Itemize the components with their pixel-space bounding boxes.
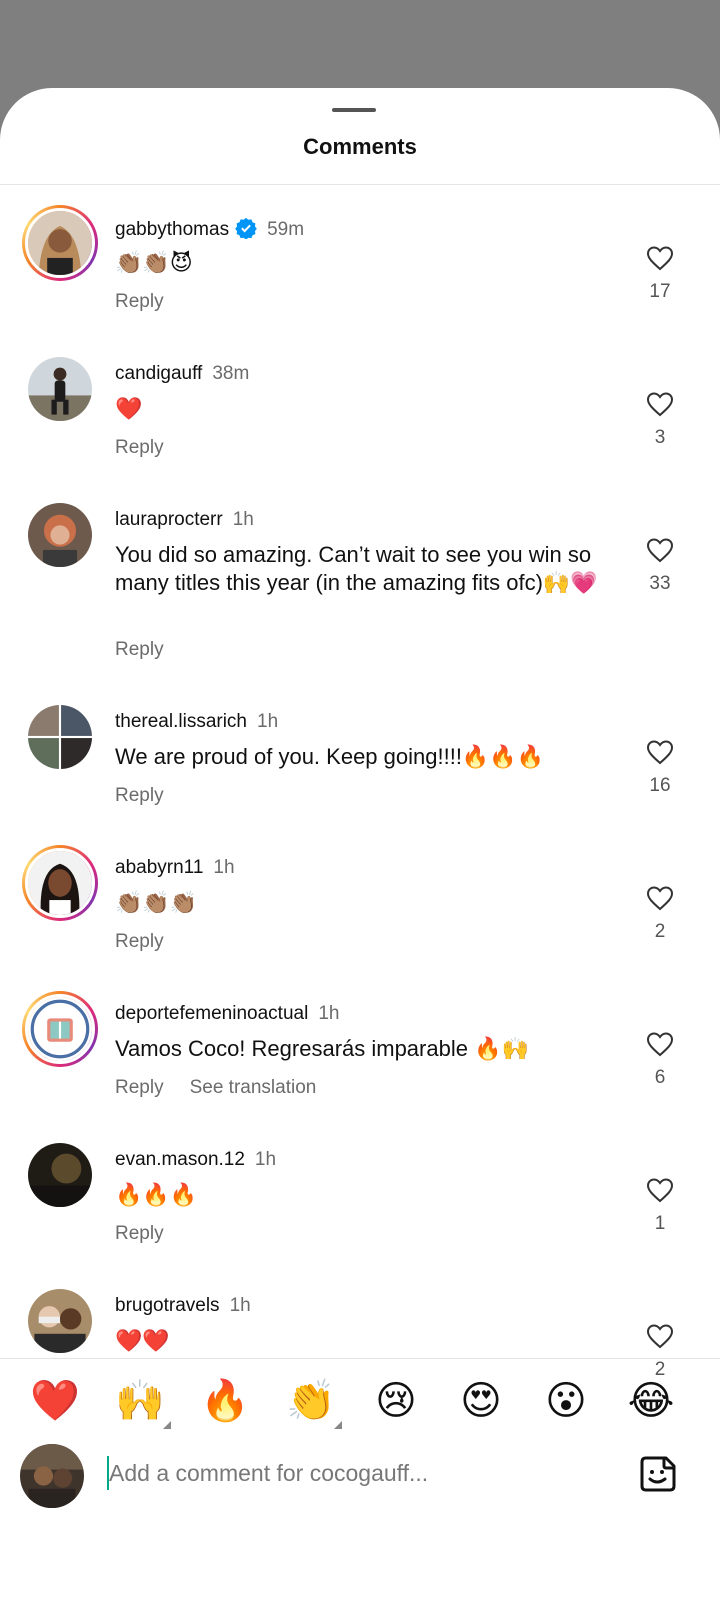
avatar[interactable] <box>28 1143 92 1207</box>
heart-outline-icon[interactable] <box>646 885 674 911</box>
heart-outline-icon[interactable] <box>646 391 674 417</box>
avatar[interactable] <box>22 845 98 921</box>
comment-actions: Reply See translation <box>115 1077 316 1099</box>
drag-handle[interactable] <box>332 108 376 112</box>
avatar[interactable] <box>28 357 92 421</box>
reply-button[interactable]: Reply <box>115 437 164 459</box>
like-count: 17 <box>649 281 671 302</box>
timestamp: 1h <box>254 1149 277 1170</box>
reply-button[interactable]: Reply <box>115 291 164 313</box>
skin-tone-indicator-icon <box>163 1421 171 1429</box>
like-control[interactable]: 33 <box>645 537 675 595</box>
like-control[interactable]: 3 <box>645 391 675 449</box>
heart-outline-icon[interactable] <box>646 1031 674 1057</box>
clapping-hands-emoji-icon[interactable]: 👏 <box>286 1377 342 1429</box>
like-count: 3 <box>654 427 666 448</box>
comment-meta: gabbythomas 59m <box>115 217 304 241</box>
like-control[interactable]: 2 <box>645 885 675 943</box>
sticker-icon[interactable] <box>638 1454 678 1494</box>
timestamp: 59m <box>267 219 305 240</box>
reply-button[interactable]: Reply <box>115 1223 164 1245</box>
like-control[interactable]: 16 <box>645 739 675 797</box>
timestamp: 1h <box>213 857 235 878</box>
timestamp: 1h <box>232 509 254 530</box>
comment-text: 👏🏽👏🏽👏🏽 <box>115 890 198 915</box>
timestamp: 38m <box>212 363 250 384</box>
comment-actions: Reply <box>115 931 164 953</box>
comment-text: Vamos Coco! Regresarás imparable 🔥🙌 <box>115 1036 529 1061</box>
timestamp: 1h <box>318 1003 340 1024</box>
reply-button[interactable]: Reply <box>115 1077 164 1099</box>
comment-actions: Reply <box>115 785 164 807</box>
timestamp: 1h <box>257 711 279 732</box>
emoji-glyph: 🙌 <box>115 1378 165 1424</box>
crying-face-emoji-icon[interactable]: 😢 <box>372 1377 420 1425</box>
username[interactable]: lauraprocterr <box>115 509 223 530</box>
sheet-title: Comments <box>303 134 417 159</box>
like-count: 16 <box>649 775 671 796</box>
like-control[interactable]: 17 <box>645 245 675 303</box>
current-user-avatar[interactable] <box>20 1444 84 1508</box>
like-control[interactable]: 1 <box>645 1177 675 1235</box>
surprised-face-emoji-icon[interactable]: 😮 <box>542 1377 590 1425</box>
heart-outline-icon[interactable] <box>646 537 674 563</box>
username[interactable]: evan.mason.12 <box>115 1149 245 1170</box>
see-translation-button[interactable]: See translation <box>190 1077 317 1099</box>
timestamp: 1h <box>229 1295 251 1316</box>
comment-meta: evan.mason.12 1h <box>115 1149 276 1171</box>
skin-tone-indicator-icon <box>334 1421 342 1429</box>
comment-meta: deportefemeninoactual 1h <box>115 1003 339 1025</box>
username[interactable]: candigauff <box>115 363 202 384</box>
like-count: 33 <box>649 573 671 594</box>
username[interactable]: thereal.lissarich <box>115 711 247 732</box>
like-count: 6 <box>654 1067 666 1088</box>
heart-outline-icon[interactable] <box>646 1177 674 1203</box>
comment-text: You did so amazing. Can’t wait to see yo… <box>115 542 598 595</box>
laughing-face-emoji-icon[interactable]: 😂 <box>627 1377 675 1425</box>
avatar[interactable] <box>28 705 92 769</box>
heart-eyes-emoji-icon[interactable]: 😍 <box>457 1377 505 1425</box>
like-count: 2 <box>654 921 666 942</box>
reply-button[interactable]: Reply <box>115 931 164 953</box>
comment-text: 🔥🔥🔥 <box>115 1182 198 1207</box>
comment-list[interactable]: gabbythomas 59m 👏🏽👏🏽😈 Reply 17 candigauff… <box>0 185 720 1473</box>
comment-meta: candigauff 38m <box>115 363 249 385</box>
raising-hands-emoji-icon[interactable]: 🙌 <box>115 1377 171 1429</box>
username[interactable]: deportefemeninoactual <box>115 1003 308 1024</box>
comment-text: We are proud of you. Keep going!!!!🔥🔥🔥 <box>115 744 545 769</box>
fire-emoji-icon[interactable]: 🔥 <box>200 1377 250 1425</box>
comment-meta: brugotravels 1h <box>115 1295 251 1317</box>
heart-outline-icon[interactable] <box>646 245 674 271</box>
comment-text: ❤️❤️ <box>115 1328 170 1353</box>
emoji-glyph: 👏 <box>286 1378 336 1424</box>
reply-button[interactable]: Reply <box>115 639 164 661</box>
heart-outline-icon[interactable] <box>646 739 674 765</box>
comment-composer <box>0 1440 720 1512</box>
verified-badge-icon <box>235 217 257 239</box>
like-control[interactable]: 6 <box>645 1031 675 1089</box>
red-heart-emoji-icon[interactable]: ❤️ <box>30 1377 80 1425</box>
like-count: 1 <box>654 1213 666 1234</box>
comment-actions: Reply <box>115 291 164 313</box>
avatar[interactable] <box>28 1289 92 1353</box>
comment-actions: Reply <box>115 437 164 459</box>
reply-button[interactable]: Reply <box>115 785 164 807</box>
avatar[interactable] <box>22 205 98 281</box>
avatar[interactable] <box>28 503 92 567</box>
comment-meta: lauraprocterr 1h <box>115 509 254 531</box>
quick-reaction-bar: ❤️ 🙌 🔥 👏 😢 😍 😮 😂 <box>0 1358 720 1440</box>
comment-text: ❤️ <box>115 396 143 421</box>
comment-meta: ababyrn11 1h <box>115 857 235 879</box>
username[interactable]: gabbythomas <box>115 219 229 240</box>
heart-outline-icon[interactable] <box>646 1323 674 1349</box>
comment-input[interactable] <box>109 1454 609 1492</box>
username[interactable]: ababyrn11 <box>115 857 203 878</box>
comment-meta: thereal.lissarich 1h <box>115 711 278 733</box>
comment-text: 👏🏽👏🏽😈 <box>115 250 193 275</box>
avatar[interactable] <box>22 991 98 1067</box>
comment-actions: Reply <box>115 639 164 661</box>
username[interactable]: brugotravels <box>115 1295 220 1316</box>
comment-actions: Reply <box>115 1223 164 1245</box>
